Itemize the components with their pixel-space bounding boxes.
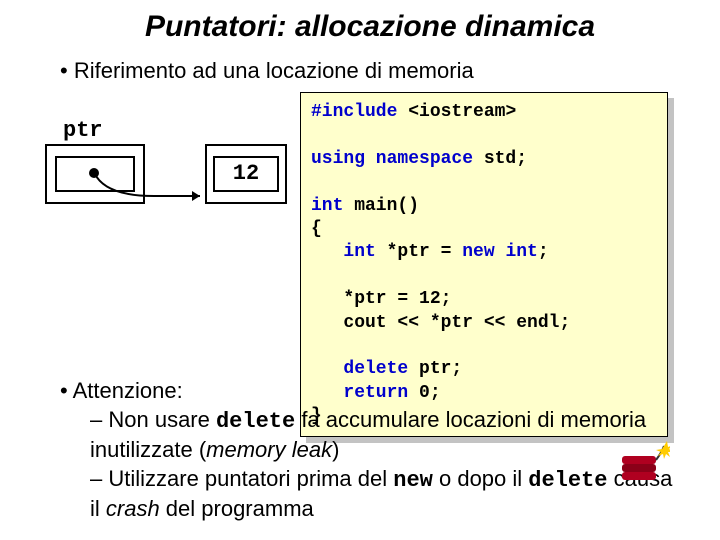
text: del programma	[160, 496, 314, 521]
kw-using: using namespace	[311, 149, 473, 169]
text: )	[332, 437, 339, 462]
italic-memory-leak: memory leak	[206, 437, 332, 462]
code-delete: delete	[528, 468, 607, 493]
code-text: *ptr =	[376, 242, 462, 262]
text: o dopo il	[433, 466, 528, 491]
italic-crash: crash	[106, 496, 160, 521]
kw-include: #include	[311, 102, 397, 122]
code-text: ptr;	[408, 359, 462, 379]
attenzione-label: Attenzione:	[73, 378, 183, 403]
code-text: main()	[343, 196, 419, 216]
bullet-attenzione: Attenzione: Non usare delete fa accumula…	[60, 378, 680, 522]
attention-sublist: Non usare delete fa accumulare locazioni…	[90, 406, 680, 522]
text: Utilizzare puntatori prima del	[108, 466, 393, 491]
code-text: cout << *ptr << endl;	[311, 313, 570, 333]
dynamite-icon	[618, 438, 670, 484]
sub-memory-leak: Non usare delete fa accumulare locazioni…	[90, 406, 680, 463]
kw-delete: delete	[311, 359, 408, 379]
bullet-riferimento: Riferimento ad una locazione di memoria	[60, 58, 680, 84]
code-text: std;	[473, 149, 527, 169]
kw-new: new int	[462, 242, 538, 262]
code-text: *ptr = 12;	[311, 289, 451, 309]
text: Non usare	[108, 407, 216, 432]
code-text: <iostream>	[397, 102, 516, 122]
kw-int: int	[311, 242, 376, 262]
code-text: ;	[538, 242, 549, 262]
code-new: new	[393, 468, 433, 493]
kw-int: int	[311, 196, 343, 216]
ptr-label: ptr	[63, 118, 103, 143]
code-delete: delete	[216, 409, 295, 434]
slide: Puntatori: allocazione dinamica Riferime…	[0, 0, 720, 540]
page-title: Puntatori: allocazione dinamica	[60, 10, 680, 44]
main-bullets: Riferimento ad una locazione di memoria	[60, 58, 680, 84]
attention-block: Attenzione: Non usare delete fa accumula…	[60, 378, 680, 528]
sub-crash: Utilizzare puntatori prima del new o dop…	[90, 465, 680, 522]
pointer-dot	[89, 168, 99, 178]
code-text: {	[311, 219, 322, 239]
value-inner-box: 12	[213, 156, 279, 192]
attention-list: Attenzione: Non usare delete fa accumula…	[60, 378, 680, 522]
